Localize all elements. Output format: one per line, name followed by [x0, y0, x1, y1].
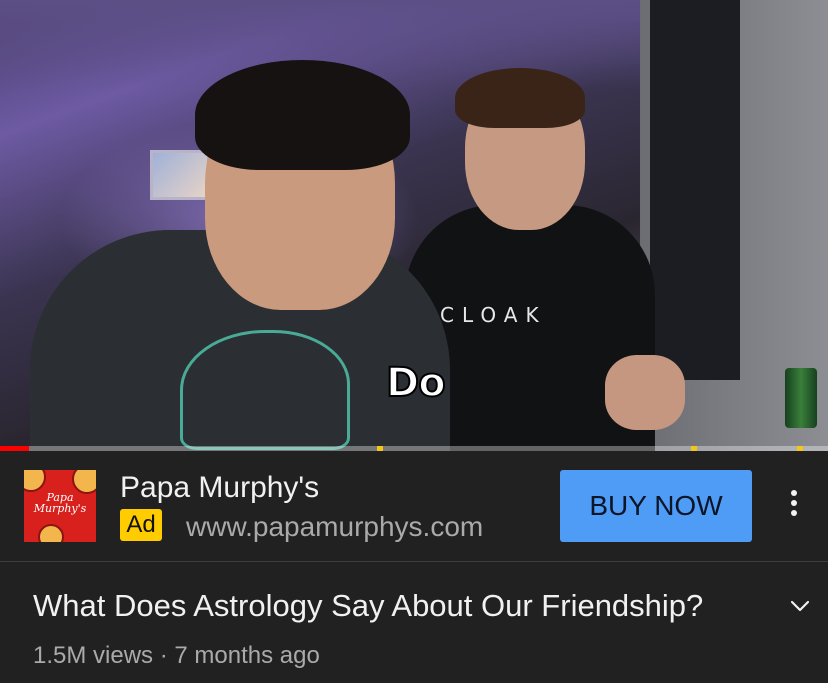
ad-url[interactable]: www.papamurphys.com	[186, 511, 483, 543]
video-person-right-hair	[455, 68, 585, 128]
advertiser-name[interactable]: Papa Murphy's	[120, 471, 319, 505]
more-dot	[791, 490, 797, 496]
more-dot	[791, 500, 797, 506]
ad-badge: Ad	[120, 509, 162, 541]
more-dot	[791, 510, 797, 516]
advertiser-logo-text: Papa Murphy's	[33, 491, 87, 515]
video-player[interactable]: CLOAK Do	[0, 0, 828, 451]
logo-pizza-decoration	[24, 470, 46, 492]
advertiser-logo[interactable]: Papa Murphy's	[24, 470, 96, 542]
upload-age: 7 months ago	[174, 642, 320, 669]
buy-now-button[interactable]: BUY NOW	[560, 470, 752, 542]
ad-row[interactable]: Papa Murphy's Papa Murphy's Ad www.papam…	[0, 451, 828, 561]
video-person-right-hand	[605, 355, 685, 430]
view-count: 1.5M views	[33, 642, 154, 669]
video-caption: Do	[385, 359, 447, 407]
meta-separator: ·	[159, 642, 168, 669]
video-acoustic-panel	[650, 0, 740, 380]
video-drink-can	[785, 368, 817, 428]
video-person-left-hair	[195, 60, 410, 170]
more-vert-icon[interactable]	[780, 486, 808, 526]
logo-pizza-decoration	[72, 470, 96, 494]
video-meta: 1.5M views · 7 months ago	[33, 642, 320, 670]
video-shirt-print	[180, 330, 350, 450]
video-picture-frame	[150, 150, 210, 200]
logo-pizza-decoration	[38, 524, 64, 542]
chevron-down-icon[interactable]	[788, 594, 812, 618]
divider	[0, 561, 828, 562]
video-title[interactable]: What Does Astrology Say About Our Friend…	[33, 588, 703, 624]
video-shirt-text: CLOAK	[440, 303, 547, 327]
